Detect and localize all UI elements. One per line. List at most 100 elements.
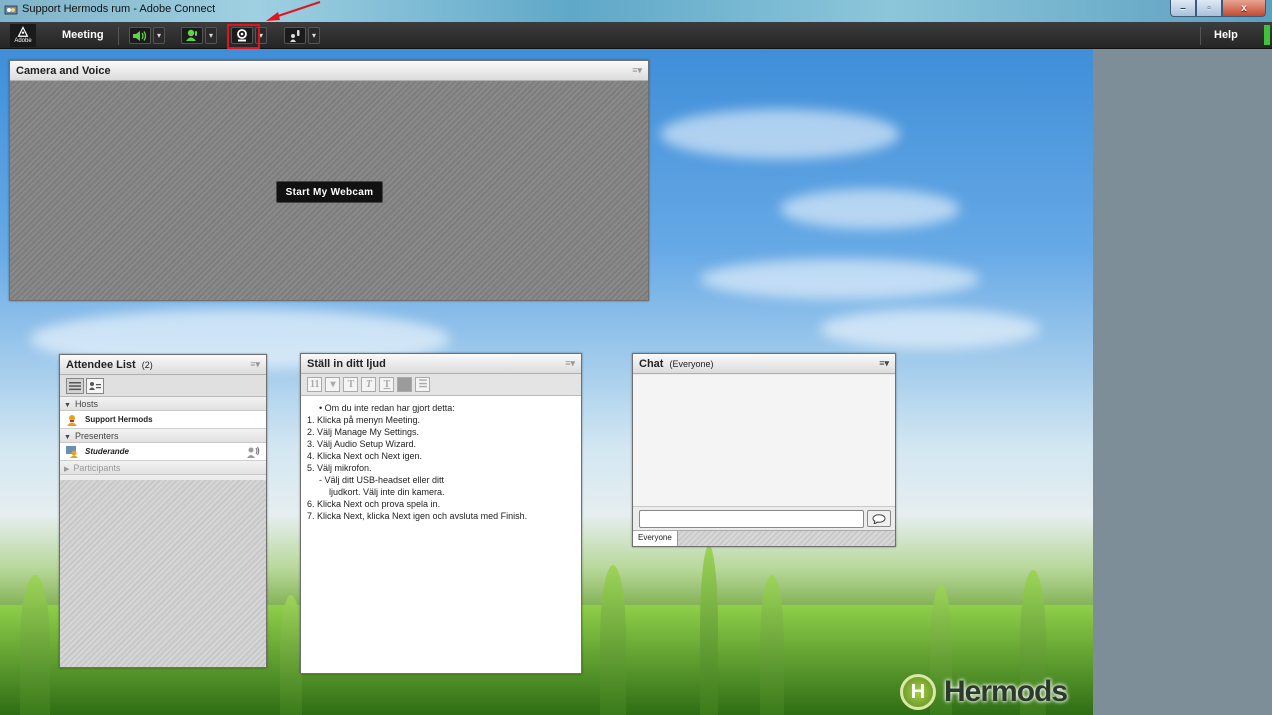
microphone-control[interactable]: ▾	[181, 27, 217, 44]
collapsed-triangle-icon: ▶	[64, 466, 70, 473]
hosts-label: Hosts	[74, 399, 98, 409]
toolbar-divider	[118, 27, 119, 45]
font-size-select[interactable]: 11	[307, 377, 323, 392]
speaking-icon	[247, 446, 260, 458]
meeting-toolbar: ◬ Adobe Meeting ▾ ▾ ▾ ▾ Help	[0, 22, 1272, 49]
attendee-view-icon	[89, 382, 101, 390]
note-line: 4. Klicka Next och Next igen.	[307, 451, 423, 461]
list-view-icon	[69, 382, 81, 391]
note-line: 5. Välj mikrofon.	[307, 463, 372, 473]
window-title: Support Hermods rum - Adobe Connect	[22, 3, 216, 15]
camera-voice-pod: Camera and Voice ≡▾ Start My Webcam	[9, 60, 649, 301]
italic-button[interactable]: T	[361, 377, 377, 392]
note-line: - Välj ditt USB-headset eller ditt	[319, 475, 445, 485]
pod-header: Attendee List (2) ≡▾	[60, 355, 266, 375]
toolbar-divider	[1200, 27, 1201, 45]
chat-send-button[interactable]	[867, 510, 891, 527]
minimize-icon: –	[1180, 2, 1186, 14]
webcam-highlight-box	[227, 24, 260, 49]
speaker-dropdown-chevron-icon[interactable]: ▾	[153, 27, 165, 44]
note-line: • Om du inte redan har gjort detta:	[319, 403, 455, 413]
host-icon	[67, 414, 77, 426]
bullet-list-button[interactable]: ☰	[415, 377, 431, 392]
note-line: 2. Välj Manage My Settings.	[307, 427, 420, 437]
annotation-arrow-icon	[266, 1, 321, 21]
hosts-section-header[interactable]: ▼ Hosts	[60, 397, 266, 411]
presenters-section-header[interactable]: ▼ Presenters	[60, 429, 266, 443]
chat-tabs: Everyone	[633, 530, 895, 546]
attendee-list-pod: Attendee List (2) ≡▾ ▼ Hosts Support Herm…	[59, 354, 267, 668]
window-titlebar: Support Hermods rum - Adobe Connect – ▫ …	[0, 0, 1272, 22]
pod-header: Camera and Voice ≡▾	[10, 61, 648, 81]
maximize-icon: ▫	[1207, 2, 1211, 14]
underline-button[interactable]: T	[379, 377, 395, 392]
attendee-row[interactable]: Studerande	[60, 443, 266, 461]
close-button[interactable]: x	[1222, 0, 1266, 17]
adobe-logo-text: Adobe	[14, 38, 32, 44]
speaker-control[interactable]: ▾	[129, 27, 165, 44]
maximize-button[interactable]: ▫	[1196, 0, 1222, 17]
pod-title: Camera and Voice	[16, 65, 111, 77]
presenters-label: Presenters	[74, 431, 119, 441]
italic-icon: T	[365, 379, 372, 390]
presenter-icon	[66, 445, 78, 458]
right-side-panel	[1093, 49, 1272, 715]
speaker-button[interactable]	[129, 27, 151, 44]
notes-content[interactable]: • Om du inte redan har gjort detta: 1. K…	[301, 396, 581, 673]
expanded-triangle-icon: ▼	[64, 434, 71, 441]
adobe-a-icon: ◬	[18, 23, 28, 38]
pod-menu-icon[interactable]: ≡▾	[250, 359, 260, 370]
participants-section-header[interactable]: ▶ Participants	[60, 461, 266, 475]
adobe-logo[interactable]: ◬ Adobe	[10, 24, 36, 47]
pod-header: Chat (Everyone) ≡▾	[633, 354, 895, 374]
chat-tab-everyone[interactable]: Everyone	[633, 531, 678, 546]
start-my-webcam-button[interactable]: Start My Webcam	[276, 181, 383, 203]
bullet-list-icon: ☰	[418, 379, 428, 390]
attendee-name: Support Hermods	[85, 415, 153, 424]
raise-hand-icon	[290, 30, 300, 42]
pod-menu-icon[interactable]: ≡▾	[879, 358, 889, 369]
chat-scope: (Everyone)	[669, 359, 714, 369]
meeting-menu[interactable]: Meeting	[62, 29, 104, 41]
font-size-value: 11	[310, 379, 320, 390]
bold-button[interactable]: T	[343, 377, 359, 392]
microphone-dropdown-chevron-icon[interactable]: ▾	[205, 27, 217, 44]
minimize-button[interactable]: –	[1170, 0, 1196, 17]
view-toggle	[60, 375, 266, 397]
microphone-button[interactable]	[181, 27, 203, 44]
font-size-dropdown-chevron-icon[interactable]: ▾	[325, 377, 341, 392]
pod-title: Ställ in ditt ljud	[307, 358, 386, 370]
notes-formatting-toolbar: 11 ▾ T T T ☰	[301, 374, 581, 396]
connection-status-indicator	[1264, 25, 1270, 45]
chat-input[interactable]	[639, 510, 864, 528]
raise-hand-button[interactable]	[284, 27, 306, 44]
hermods-logo-badge: H	[900, 674, 936, 710]
adobe-connect-app-icon	[4, 5, 18, 15]
pod-header: Ställ in ditt ljud ≡▾	[301, 354, 581, 374]
note-line: ljudkort. Välj inte din kamera.	[329, 487, 445, 497]
chat-messages	[633, 375, 895, 507]
note-line: 6. Klicka Next och prova spela in.	[307, 499, 441, 509]
speech-bubble-icon	[872, 513, 886, 524]
list-view-button[interactable]	[66, 378, 84, 394]
webcam-area: Start My Webcam	[10, 81, 648, 300]
hermods-logo: H Hermods	[900, 672, 1068, 712]
note-line: 3. Välj Audio Setup Wizard.	[307, 439, 417, 449]
text-color-button[interactable]	[397, 377, 413, 392]
pod-menu-icon[interactable]: ≡▾	[632, 65, 642, 76]
underline-icon: T	[383, 379, 391, 390]
attendee-row[interactable]: Support Hermods	[60, 411, 266, 429]
expanded-triangle-icon: ▼	[64, 402, 71, 409]
pod-menu-icon[interactable]: ≡▾	[565, 358, 575, 369]
attendee-view-button[interactable]	[86, 378, 104, 394]
raise-hand-control[interactable]: ▾	[284, 27, 320, 44]
attendee-list-empty-area	[60, 480, 266, 667]
attendee-name: Studerande	[85, 447, 130, 456]
speaker-icon	[133, 30, 147, 41]
help-menu[interactable]: Help	[1214, 29, 1238, 41]
pod-title: Attendee List	[66, 359, 136, 371]
chat-pod: Chat (Everyone) ≡▾ Everyone	[632, 353, 896, 547]
note-line: 1. Klicka på menyn Meeting.	[307, 415, 421, 425]
hermods-logo-text: Hermods	[944, 675, 1068, 708]
raise-hand-dropdown-chevron-icon[interactable]: ▾	[308, 27, 320, 44]
